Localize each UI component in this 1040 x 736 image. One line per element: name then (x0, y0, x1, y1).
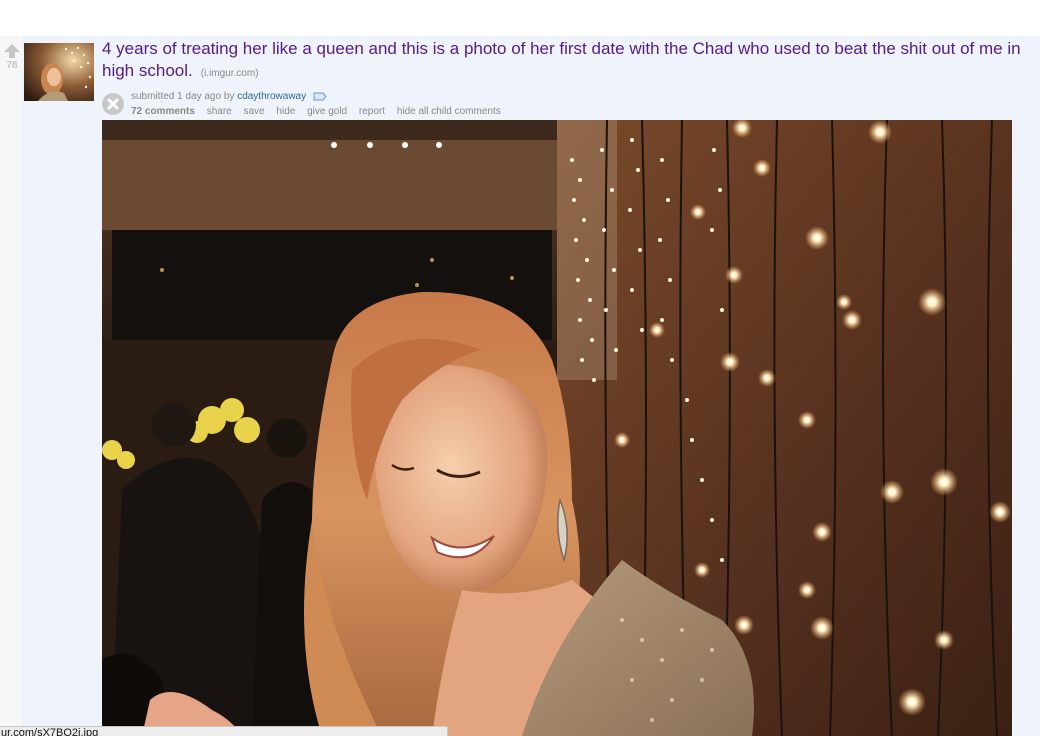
tagline: submitted 1 day ago by cdaythrowaway (131, 91, 327, 102)
author-link[interactable]: cdaythrowaway (237, 91, 306, 102)
title-line: 4 years of treating her like a queen and… (102, 38, 1032, 85)
top-strip (0, 0, 1040, 36)
expanded-image[interactable] (102, 120, 1012, 736)
share-button[interactable]: share (207, 106, 232, 117)
save-button[interactable]: save (244, 106, 265, 117)
tag-icon (313, 92, 327, 101)
reddit-post-page: 78 4 years of treating her like a queen … (0, 0, 1040, 736)
thumbnail[interactable] (24, 43, 94, 101)
report-button[interactable]: report (359, 106, 385, 117)
status-bar-url: ur.com/sX7BQ2i.jpg (0, 726, 448, 736)
link-entry: 78 4 years of treating her like a queen … (0, 36, 1040, 736)
close-icon (107, 98, 119, 110)
arrow-up-icon[interactable] (4, 44, 20, 58)
rank-gutter (0, 36, 22, 736)
score: 78 (6, 60, 18, 71)
domain-link[interactable]: (i.imgur.com) (201, 68, 259, 79)
expando-button[interactable] (102, 93, 124, 115)
hide-child-comments-button[interactable]: hide all child comments (397, 106, 501, 117)
give-gold-button[interactable]: give gold (307, 106, 347, 117)
entry: 4 years of treating her like a queen and… (102, 36, 1032, 117)
tagline-row: submitted 1 day ago by cdaythrowaway 72 … (102, 87, 1032, 117)
flat-list-buttons: 72 comments share save hide give gold re… (131, 106, 510, 117)
submitted-text: submitted 1 day ago by (131, 91, 235, 102)
hide-button[interactable]: hide (276, 106, 295, 117)
comments-link[interactable]: 72 comments (131, 106, 195, 117)
